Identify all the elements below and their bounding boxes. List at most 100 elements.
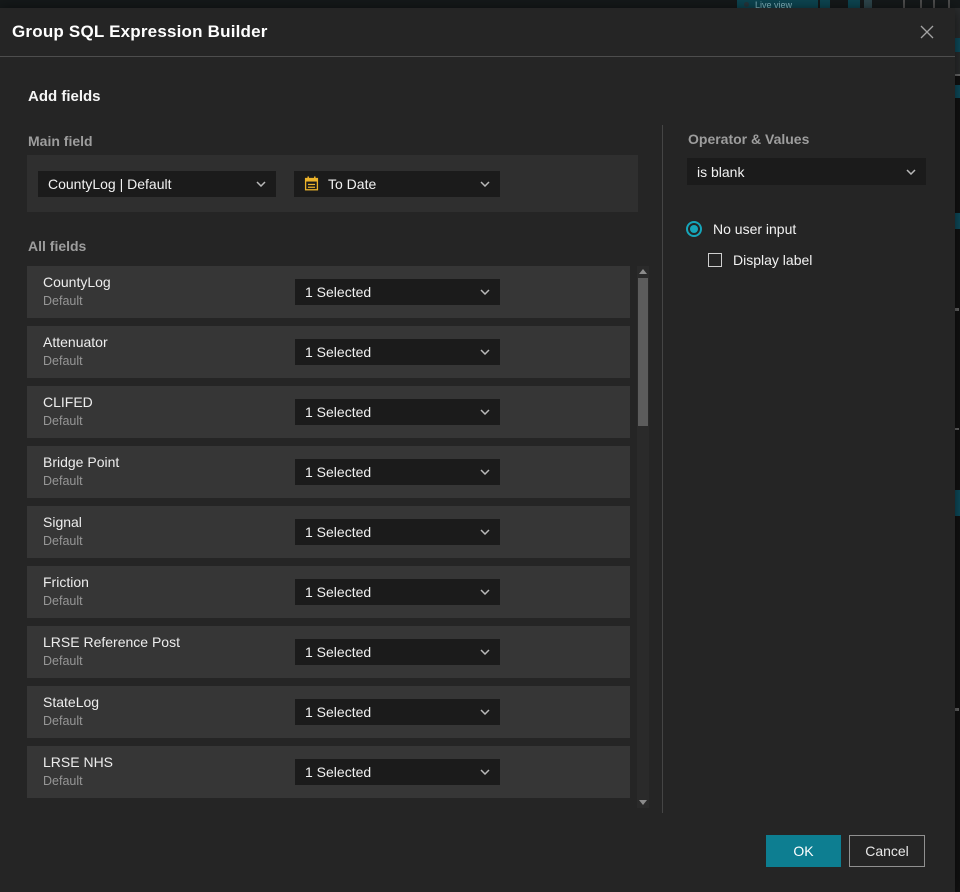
operator-select[interactable]: is blank <box>687 158 926 185</box>
background-edge-fragment <box>955 708 959 711</box>
no-user-input-radio[interactable]: No user input <box>686 221 796 237</box>
display-label-checkbox[interactable]: Display label <box>708 252 812 268</box>
field-selected-dropdown[interactable]: 1 Selected <box>295 759 500 785</box>
operator-values-label: Operator & Values <box>688 131 810 147</box>
close-button[interactable] <box>916 21 938 43</box>
scrollbar-down-arrow-icon[interactable] <box>639 800 647 805</box>
chevron-down-icon <box>480 769 490 775</box>
background-edge-accent <box>955 38 960 52</box>
field-selected-value: 1 Selected <box>305 404 372 420</box>
background-toolbar-separator <box>948 0 950 8</box>
chevron-down-icon <box>480 180 490 187</box>
field-selected-dropdown[interactable]: 1 Selected <box>295 579 500 605</box>
ok-button[interactable]: OK <box>766 835 841 867</box>
field-subtitle: Default <box>43 534 83 548</box>
radio-selected-icon <box>686 221 702 237</box>
field-list-item[interactable]: Attenuator Default 1 Selected <box>27 326 630 378</box>
scrollbar-up-arrow-icon[interactable] <box>639 269 647 274</box>
cancel-button[interactable]: Cancel <box>849 835 925 867</box>
scrollbar-thumb[interactable] <box>638 278 648 426</box>
all-fields-label: All fields <box>28 238 87 254</box>
field-list-item[interactable]: LRSE Reference Post Default 1 Selected <box>27 626 630 678</box>
background-toolbar-separator <box>920 0 922 8</box>
field-list-item[interactable]: CLIFED Default 1 Selected <box>27 386 630 438</box>
background-edge-fragment <box>955 308 959 311</box>
field-list-item[interactable]: Bridge Point Default 1 Selected <box>27 446 630 498</box>
main-field-row: CountyLog | Default To Date <box>27 155 638 212</box>
checkbox-unchecked-icon <box>708 253 722 267</box>
operator-select-value: is blank <box>697 163 745 180</box>
background-edge-accent <box>955 490 960 516</box>
background-app-top-strip: Live view <box>0 0 960 8</box>
chevron-down-icon <box>480 289 490 295</box>
fields-list-scrollbar[interactable] <box>637 266 649 808</box>
field-selected-value: 1 Selected <box>305 704 372 720</box>
live-dot-icon <box>744 2 749 7</box>
live-view-label: Live view <box>755 0 793 9</box>
field-subtitle: Default <box>43 774 83 788</box>
field-subtitle: Default <box>43 714 83 728</box>
field-selected-value: 1 Selected <box>305 344 372 360</box>
field-name: Attenuator <box>43 334 108 350</box>
field-list-item[interactable]: CountyLog Default 1 Selected <box>27 266 630 318</box>
field-selected-dropdown[interactable]: 1 Selected <box>295 699 500 725</box>
field-list-item[interactable]: Friction Default 1 Selected <box>27 566 630 618</box>
field-subtitle: Default <box>43 354 83 368</box>
background-toolbar-separator <box>903 0 905 8</box>
dialog-title: Group SQL Expression Builder <box>12 22 268 41</box>
close-icon <box>920 25 934 39</box>
chevron-down-icon <box>480 349 490 355</box>
field-name: LRSE NHS <box>43 754 114 770</box>
background-toolbar-button <box>864 0 872 8</box>
display-label-label: Display label <box>733 252 813 268</box>
field-selected-dropdown[interactable]: 1 Selected <box>295 519 500 545</box>
background-edge-accent <box>955 213 960 229</box>
field-list-item[interactable]: LRSE NHS Default 1 Selected <box>27 746 630 798</box>
field-selected-value: 1 Selected <box>305 284 372 300</box>
background-app-right-edge <box>955 8 960 892</box>
field-subtitle: Default <box>43 294 83 308</box>
main-field-value-select[interactable]: To Date <box>294 170 500 197</box>
field-selected-dropdown[interactable]: 1 Selected <box>295 279 500 305</box>
field-selected-value: 1 Selected <box>305 524 372 540</box>
field-selected-value: 1 Selected <box>305 584 372 600</box>
field-name: StateLog <box>43 694 100 710</box>
main-field-select-value: CountyLog | Default <box>48 175 172 192</box>
field-name: CountyLog <box>43 274 111 290</box>
background-toolbar-separator <box>933 0 935 8</box>
field-list-item[interactable]: Signal Default 1 Selected <box>27 506 630 558</box>
background-edge-fragment <box>955 428 959 430</box>
field-subtitle: Default <box>43 474 83 488</box>
no-user-input-label: No user input <box>713 221 797 237</box>
field-selected-dropdown[interactable]: 1 Selected <box>295 339 500 365</box>
calendar-icon <box>304 176 319 191</box>
field-selected-value: 1 Selected <box>305 464 372 480</box>
background-edge-accent <box>955 85 960 98</box>
chevron-down-icon <box>480 709 490 715</box>
field-subtitle: Default <box>43 594 83 608</box>
main-field-value-select-value: To Date <box>328 175 377 192</box>
chevron-down-icon <box>480 529 490 535</box>
group-sql-expression-builder-dialog: Group SQL Expression Builder Add fields … <box>0 8 955 892</box>
chevron-down-icon <box>906 168 916 175</box>
chevron-down-icon <box>256 180 266 187</box>
field-selected-dropdown[interactable]: 1 Selected <box>295 459 500 485</box>
chevron-down-icon <box>480 649 490 655</box>
field-selected-dropdown[interactable]: 1 Selected <box>295 399 500 425</box>
field-name: LRSE Reference Post <box>43 634 180 650</box>
all-fields-list: CountyLog Default 1 Selected Attenuator … <box>27 266 630 806</box>
field-selected-value: 1 Selected <box>305 764 372 780</box>
background-edge-divider <box>955 74 960 76</box>
main-field-select[interactable]: CountyLog | Default <box>38 170 276 197</box>
chevron-down-icon <box>480 589 490 595</box>
field-list-item[interactable]: StateLog Default 1 Selected <box>27 686 630 738</box>
field-selected-value: 1 Selected <box>305 644 372 660</box>
field-selected-dropdown[interactable]: 1 Selected <box>295 639 500 665</box>
field-name: CLIFED <box>43 394 93 410</box>
field-name: Friction <box>43 574 89 590</box>
field-name: Signal <box>43 514 82 530</box>
chevron-down-icon <box>480 469 490 475</box>
live-view-button[interactable]: Live view <box>737 0 818 8</box>
add-fields-heading: Add fields <box>28 88 101 105</box>
dialog-header: Group SQL Expression Builder <box>0 8 955 57</box>
